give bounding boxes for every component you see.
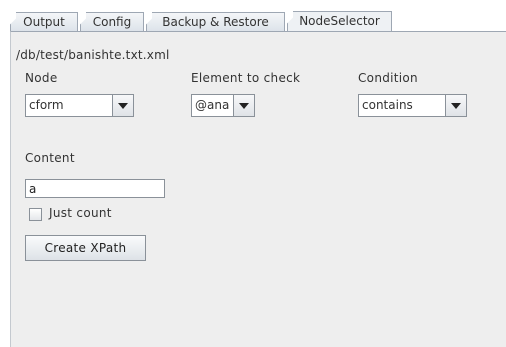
- tab-nodeselector[interactable]: NodeSelector: [287, 11, 392, 32]
- condition-dropdown-value: contains: [362, 98, 413, 112]
- node-dropdown-arrow[interactable]: [112, 95, 133, 116]
- create-xpath-button[interactable]: Create XPath: [25, 235, 146, 261]
- chevron-down-icon: [118, 103, 128, 109]
- just-count-checkbox[interactable]: [29, 208, 42, 221]
- chevron-down-icon: [239, 103, 249, 109]
- tab-backup-restore[interactable]: Backup & Restore: [146, 12, 285, 31]
- tab-output[interactable]: Output: [10, 12, 78, 31]
- element-dropdown[interactable]: @ana: [191, 94, 255, 117]
- condition-dropdown[interactable]: contains: [358, 94, 467, 117]
- just-count-label: Just count: [49, 206, 112, 220]
- app-window: Output Config Backup & Restore NodeSelec…: [0, 0, 506, 347]
- node-label: Node: [25, 71, 58, 85]
- chevron-down-icon: [451, 103, 461, 109]
- element-dropdown-value: @ana: [195, 98, 230, 112]
- content-label: Content: [25, 151, 75, 165]
- condition-label: Condition: [358, 71, 418, 85]
- content-input[interactable]: [25, 179, 165, 198]
- condition-dropdown-arrow[interactable]: [445, 95, 466, 116]
- document-path: /db/test/banishte.txt.xml: [16, 48, 170, 62]
- element-dropdown-arrow[interactable]: [233, 95, 254, 116]
- node-dropdown-value: cform: [29, 98, 64, 112]
- element-to-check-label: Element to check: [191, 71, 301, 85]
- tab-config[interactable]: Config: [80, 12, 144, 31]
- node-dropdown[interactable]: cform: [25, 94, 134, 117]
